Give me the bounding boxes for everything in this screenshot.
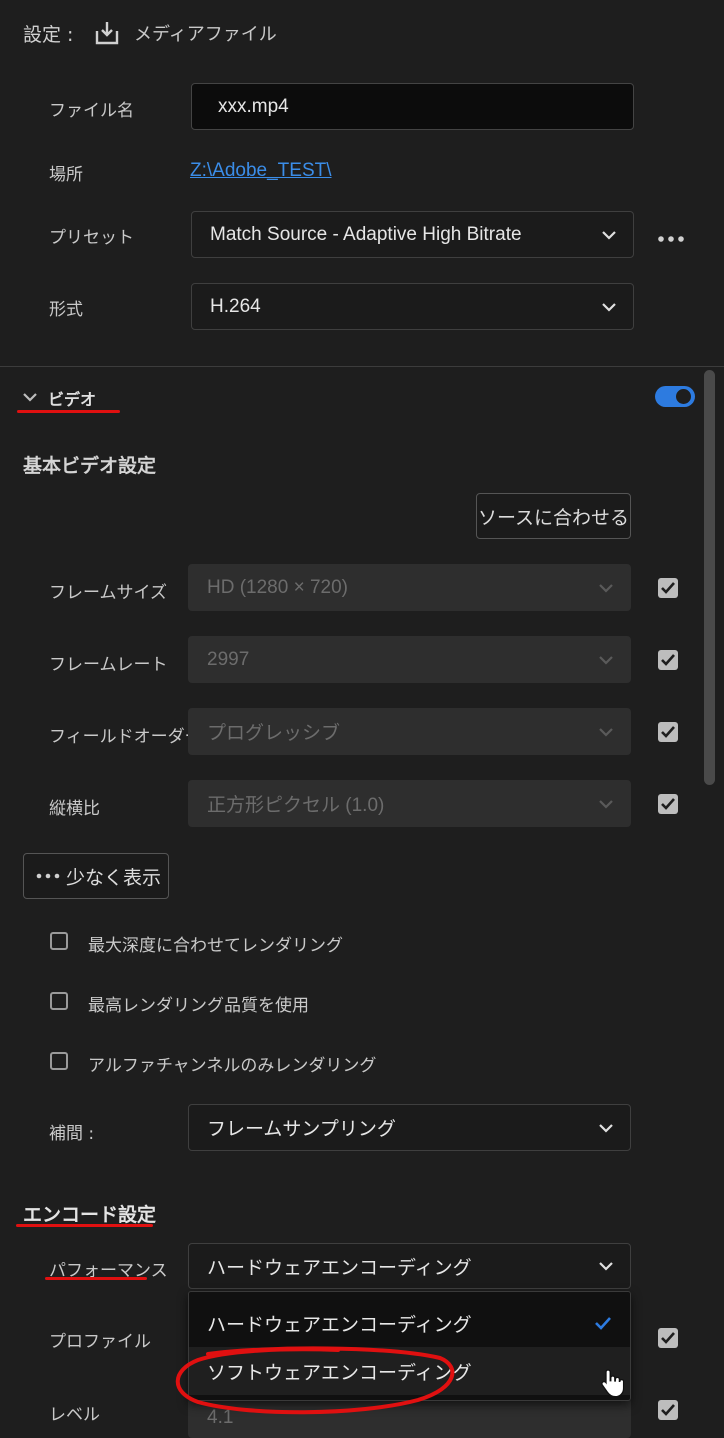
preset-label: プリセット <box>49 228 134 248</box>
filename-input[interactable]: xxx.mp4 <box>191 83 634 130</box>
more-icon <box>36 873 60 879</box>
video-enable-toggle[interactable] <box>655 386 695 407</box>
frame-size-label: フレームサイズ <box>49 583 167 603</box>
chevron-down-icon <box>599 583 613 593</box>
more-options-icon[interactable] <box>657 229 685 242</box>
annotation-underline <box>16 1224 153 1227</box>
interpolation-label: 補間 : <box>49 1124 95 1144</box>
chevron-down-icon <box>599 1262 613 1271</box>
format-label: 形式 <box>49 300 83 320</box>
basic-video-settings-title: 基本ビデオ設定 <box>23 455 157 477</box>
frame-size-value: HD (1280 × 720) <box>207 576 348 598</box>
preset-dropdown[interactable]: Match Source - Adaptive High Bitrate <box>191 211 634 258</box>
video-section-label: ビデオ <box>48 390 97 409</box>
location-link[interactable]: Z:\Adobe_TEST\ <box>190 160 332 182</box>
max-depth-label: 最大深度に合わせてレンダリング <box>88 936 343 956</box>
field-order-checkbox[interactable] <box>658 722 678 742</box>
max-quality-label: 最高レンダリング品質を使用 <box>88 996 309 1016</box>
aspect-dropdown: 正方形ピクセル (1.0) <box>188 780 631 827</box>
location-label: 場所 <box>49 165 83 185</box>
aspect-checkbox[interactable] <box>658 794 678 814</box>
alpha-only-checkbox[interactable] <box>50 1052 68 1070</box>
field-order-value: プログレッシブ <box>207 723 341 744</box>
chevron-down-icon <box>599 727 613 737</box>
level-label: レベル <box>49 1405 100 1425</box>
interpolation-value: フレームサンプリング <box>207 1119 396 1140</box>
encode-settings-title: エンコード設定 <box>23 1204 157 1226</box>
performance-value: ハードウェアエンコーディング <box>207 1257 472 1279</box>
field-order-label: フィールドオーダー <box>49 727 202 747</box>
collapse-chevron-icon[interactable] <box>22 388 38 402</box>
frame-size-checkbox[interactable] <box>658 578 678 598</box>
frame-rate-dropdown: 2997 <box>188 636 631 683</box>
frame-rate-checkbox[interactable] <box>658 650 678 670</box>
chevron-down-icon <box>599 1123 613 1133</box>
show-less-label: 少なく表示 <box>66 866 162 889</box>
filename-label: ファイル名 <box>49 101 134 121</box>
section-divider <box>0 366 724 367</box>
level-checkbox[interactable] <box>658 1400 678 1420</box>
checkmark-icon <box>595 1317 611 1330</box>
frame-rate-label: フレームレート <box>49 655 168 675</box>
chevron-down-icon <box>602 230 616 240</box>
alpha-only-label: アルファチャンネルのみレンダリング <box>88 1056 377 1076</box>
annotation-underline <box>45 1277 147 1280</box>
frame-size-dropdown: HD (1280 × 720) <box>188 564 631 611</box>
chevron-down-icon <box>599 799 613 809</box>
annotation-underline <box>17 410 120 413</box>
media-file-label: メディアファイル <box>134 24 277 45</box>
aspect-value: 正方形ピクセル (1.0) <box>207 795 385 816</box>
show-less-button[interactable]: 少なく表示 <box>23 853 169 899</box>
format-value: H.264 <box>210 295 261 317</box>
profile-label: プロファイル <box>49 1332 151 1352</box>
download-icon <box>94 20 120 46</box>
settings-label: 設定 : <box>23 24 74 46</box>
performance-dropdown[interactable]: ハードウェアエンコーディング <box>188 1243 631 1289</box>
max-quality-checkbox[interactable] <box>50 992 68 1010</box>
preset-value: Match Source - Adaptive High Bitrate <box>210 223 522 245</box>
profile-checkbox[interactable] <box>658 1328 678 1348</box>
interpolation-dropdown[interactable]: フレームサンプリング <box>188 1104 631 1151</box>
filename-value: xxx.mp4 <box>218 95 289 117</box>
chevron-down-icon <box>602 302 616 312</box>
frame-rate-value: 2997 <box>207 648 250 670</box>
annotation-circle <box>175 1346 455 1415</box>
chevron-down-icon <box>599 655 613 665</box>
hand-cursor-icon <box>601 1369 624 1398</box>
scrollbar-thumb[interactable] <box>704 370 715 785</box>
match-source-button[interactable]: ソースに合わせる <box>476 493 631 539</box>
aspect-label: 縦横比 <box>49 799 100 819</box>
menu-item-label: ハードウェアエンコーディング <box>207 1313 472 1336</box>
field-order-dropdown: プログレッシブ <box>188 708 631 755</box>
max-depth-checkbox[interactable] <box>50 932 68 950</box>
format-dropdown[interactable]: H.264 <box>191 283 634 330</box>
